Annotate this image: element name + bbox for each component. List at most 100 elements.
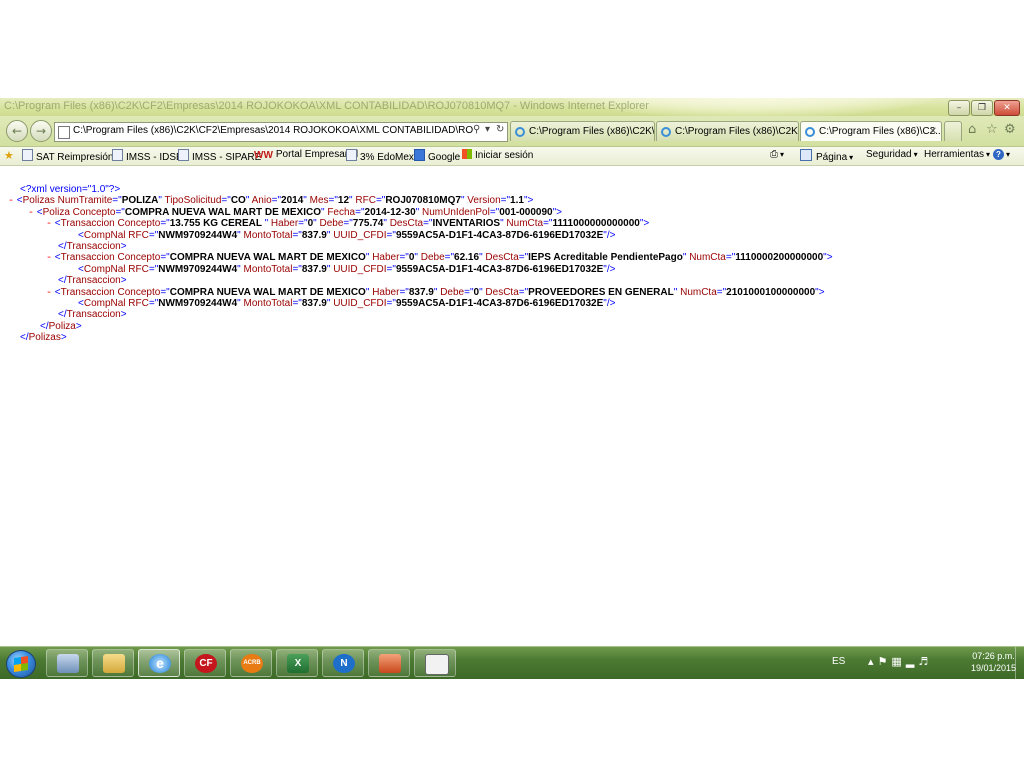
page-icon (178, 149, 189, 161)
taskbar-n-app[interactable]: N (322, 649, 364, 677)
collapse-toggle[interactable]: - (46, 288, 52, 299)
taskbar-cf-app[interactable]: CF (184, 649, 226, 677)
action-center-icon[interactable]: ⚑ (878, 655, 892, 668)
favorite-imss-idse[interactable]: IMSS - IDSE (112, 149, 183, 163)
page-menu-icon (800, 149, 812, 161)
minimize-button[interactable]: – (948, 100, 970, 116)
transaccion-close-tag: </Transaccion> (58, 275, 127, 286)
tab-1-label: C:\Program Files (x86)\C2K\C... (529, 126, 655, 137)
favorite-label: Iniciar sesión (475, 150, 534, 161)
polizas-close-tag: </Polizas> (20, 332, 67, 343)
taskbar-notepad[interactable] (414, 649, 456, 677)
signal-icon[interactable]: ▂ (906, 655, 918, 668)
taskbar-excel[interactable]: X (276, 649, 318, 677)
address-bar[interactable]: C:\Program Files (x86)\C2K\CF2\Empresas\… (54, 122, 508, 142)
start-button[interactable] (6, 650, 36, 678)
ie-tab-icon (805, 127, 815, 137)
favorite-label: IMSS - SIPARE (192, 152, 262, 163)
n-app-icon: N (333, 654, 355, 673)
transaccion-close-tag: </Transaccion> (58, 309, 127, 320)
system-tray: ES ▴⚑▦▂♬ 07:26 p.m. 19/01/2015 (824, 647, 1024, 679)
page-icon (346, 149, 357, 161)
adobe-reader-icon: ACRB (241, 654, 263, 673)
cf-app-icon: CF (195, 654, 217, 673)
tab-3-label: C:\Program Files (x86)\C2... (819, 126, 942, 137)
clock-date: 19/01/2015 (970, 663, 1016, 673)
internet-explorer-icon: e (149, 654, 171, 673)
taskbar-internet-explorer[interactable]: e (138, 649, 180, 677)
navigation-bar: ← → C:\Program Files (x86)\C2K\CF2\Empre… (0, 116, 1024, 147)
help-button[interactable]: ? ▾ (993, 149, 1010, 160)
safety-menu-button[interactable]: Seguridad ▾ (866, 149, 918, 160)
taskbar-explorer[interactable] (92, 649, 134, 677)
address-url[interactable]: C:\Program Files (x86)\C2K\CF2\Empresas\… (73, 125, 473, 136)
taskbar-presentation[interactable] (368, 649, 410, 677)
language-indicator[interactable]: ES (832, 656, 845, 667)
favorites-star-icon[interactable]: ☆ (986, 122, 998, 137)
favorite-label: IMSS - IDSE (126, 152, 183, 163)
page-icon (58, 126, 70, 139)
compnal-tag: <CompNal RFC="NWM9709244W4" MontoTotal="… (78, 298, 616, 309)
favorite-label: 3% EdoMex (360, 152, 414, 163)
favorite-sat-reimpresion[interactable]: SAT Reimpresión (22, 149, 113, 163)
favorite-iniciar-sesion[interactable]: Iniciar sesión (462, 149, 533, 161)
title-bar: C:\Program Files (x86)\C2K\CF2\Empresas\… (0, 98, 1024, 118)
page-menu-label: Página (816, 152, 848, 163)
notepad-icon (425, 654, 449, 675)
ie-tab-icon (515, 127, 525, 137)
forward-button[interactable]: → (30, 120, 52, 142)
back-button[interactable]: ← (6, 120, 28, 142)
favorite-edomex[interactable]: 3% EdoMex (346, 149, 414, 163)
windows-logo-icon (14, 656, 28, 672)
favorite-google[interactable]: Google (414, 149, 460, 163)
tab-3-active[interactable]: C:\Program Files (x86)\C2... ✕ (800, 121, 942, 141)
compnal-tag: <CompNal RFC="NWM9709244W4" MontoTotal="… (78, 230, 616, 241)
compnal-tag: <CompNal RFC="NWM9709244W4" MontoTotal="… (78, 264, 616, 275)
ie-window: C:\Program Files (x86)\C2K\CF2\Empresas\… (0, 98, 1024, 680)
collapse-toggle[interactable]: - (46, 219, 52, 230)
presentation-icon (379, 654, 401, 673)
search-icon[interactable]: ⚲ (473, 124, 480, 135)
volume-icon[interactable]: ♬ (918, 655, 932, 668)
gear-icon[interactable]: ⚙ (1004, 122, 1016, 137)
tools-menu-label: Herramientas (924, 149, 985, 160)
page-menu-button[interactable]: Página ▾ (800, 149, 853, 163)
favorite-label: SAT Reimpresión (36, 152, 114, 163)
tab-2[interactable]: C:\Program Files (x86)\C2K\... (656, 121, 799, 141)
new-tab-button[interactable] (944, 121, 962, 141)
dropdown-icon[interactable]: ▾ (485, 124, 490, 135)
favorite-label: Google (428, 152, 461, 163)
favorite-portal-empresarial[interactable]: WW Portal Empresarial (254, 149, 358, 161)
favorite-imss-sipare[interactable]: IMSS - SIPARE (178, 149, 261, 163)
favorites-bar: ★ SAT Reimpresión IMSS - IDSE IMSS - SIP… (0, 147, 1024, 166)
home-icon[interactable]: ⌂ (968, 122, 976, 137)
collapse-toggle[interactable]: - (28, 208, 34, 219)
collapse-toggle[interactable]: - (46, 253, 52, 264)
page-icon (22, 149, 33, 161)
windows-taskbar: e CF ACRB X N ES ▴⚑▦▂♬ 07:26 p.m. 19/01/… (0, 646, 1024, 679)
close-tab-icon[interactable]: ✕ (929, 122, 937, 141)
network-icon[interactable]: ▦ (891, 655, 905, 668)
collapse-toggle[interactable]: - (8, 196, 14, 207)
tab-1[interactable]: C:\Program Files (x86)\C2K\C... (510, 121, 655, 141)
refresh-icon[interactable]: ↻ (496, 124, 504, 135)
print-button[interactable]: ⎙ ▾ (770, 149, 784, 160)
page-icon (112, 149, 123, 161)
library-icon (57, 654, 79, 673)
tools-menu-button[interactable]: Herramientas ▾ (924, 149, 990, 160)
show-desktop-button[interactable] (1015, 647, 1024, 679)
show-hidden-icons[interactable]: ▴ (868, 655, 878, 668)
maximize-button[interactable]: ❐ (971, 100, 993, 116)
tab-2-label: C:\Program Files (x86)\C2K\... (675, 126, 799, 137)
clock[interactable]: 07:26 p.m. 19/01/2015 (971, 650, 1016, 674)
google-icon (414, 149, 425, 161)
safety-menu-label: Seguridad (866, 149, 912, 160)
taskbar-adobe-reader[interactable]: ACRB (230, 649, 272, 677)
close-button[interactable]: ✕ (994, 100, 1020, 116)
help-icon: ? (993, 149, 1004, 160)
xml-document-view: <?xml version="1.0"?> - <Polizas NumTram… (0, 166, 1024, 646)
excel-icon: X (287, 654, 309, 673)
add-favorite-icon[interactable]: ★ (4, 149, 17, 162)
tray-icons[interactable]: ▴⚑▦▂♬ (868, 655, 932, 668)
taskbar-library[interactable] (46, 649, 88, 677)
